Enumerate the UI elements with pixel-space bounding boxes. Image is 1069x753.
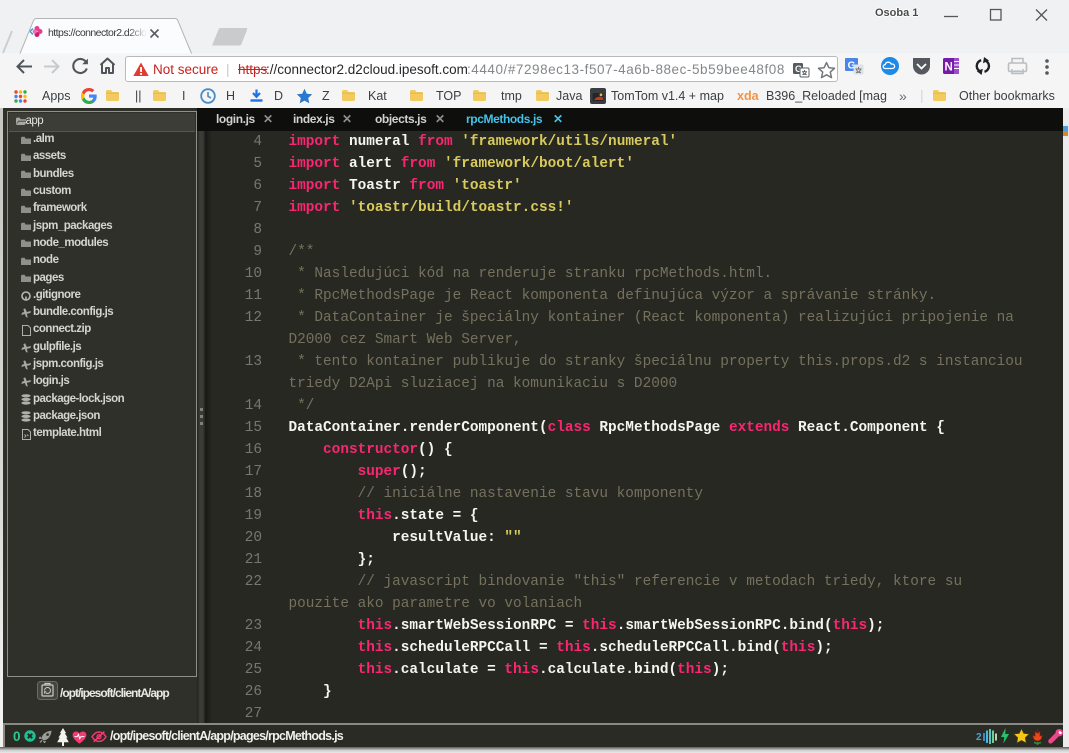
- svg-text:N: N: [945, 62, 953, 74]
